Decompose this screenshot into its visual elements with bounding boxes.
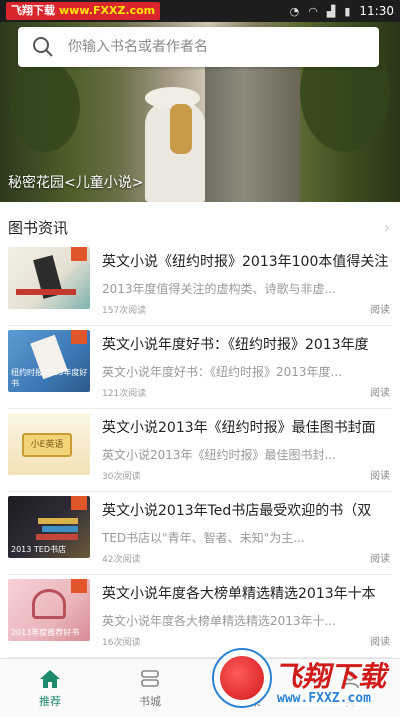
bookmark-ribbon-icon xyxy=(71,247,87,261)
book-description: 英文小说年度各大榜单精选精选2013年十... xyxy=(102,614,336,628)
read-button[interactable]: 阅读 xyxy=(370,633,390,648)
list-item[interactable]: 小E英语 英文小说2013年《纽约时报》最佳图书封面 英文小说2013年《纽约时… xyxy=(8,410,392,492)
read-count: 121次阅读 xyxy=(102,389,147,399)
tab-bookstore[interactable]: 书城 xyxy=(100,659,200,717)
banner-caption: 秘密花园<儿童小说> xyxy=(8,175,144,191)
list-item[interactable]: 2013 TED书店 英文小说2013年Ted书店最受欢迎的书（双 TED书店以… xyxy=(8,493,392,575)
read-button[interactable]: 阅读 xyxy=(370,301,390,316)
tab-recommend[interactable]: 推荐 xyxy=(0,659,100,717)
book-thumbnail: 2013 TED书店 xyxy=(8,496,90,558)
watermark-url: www.FXXZ.com xyxy=(277,691,371,706)
wifi-icon: ◠ xyxy=(308,4,318,18)
thumb-book-stack xyxy=(42,526,78,532)
book-title: 英文小说《纽约时报》2013年100本值得关注 xyxy=(102,254,389,270)
watermark-text: 飞翔下载 xyxy=(274,660,387,693)
list-item[interactable]: 英文小说《纽约时报》2013年100本值得关注 2013年度值得关注的虚构类、诗… xyxy=(8,244,392,326)
book-news-header: 图书资讯 › xyxy=(0,212,400,242)
book-news-list: 英文小说《纽约时报》2013年100本值得关注 2013年度值得关注的虚构类、诗… xyxy=(0,244,400,658)
book-title: 英文小说2013年Ted书店最受欢迎的书（双 xyxy=(102,503,372,519)
section-title: 图书资讯 xyxy=(8,218,69,237)
status-bar: 飞翔下载 www.FXXZ.com ◔ ◠ ▟ ▮ 11:30 xyxy=(0,0,400,22)
alarm-icon: ◔ xyxy=(289,4,300,18)
banner-girl-hair xyxy=(170,104,192,154)
thumb-caption: 2013 TED书店 xyxy=(11,545,67,554)
thumb-caption: 2013年度推荐好书 xyxy=(11,628,80,637)
thumb-caption: 纽约时报2013年度好书 xyxy=(11,368,88,388)
book-thumbnail: 2013年度推荐好书 xyxy=(8,579,90,641)
status-time: 11:30 xyxy=(359,4,394,18)
book-description: TED书店以"青年、智者、未知"为主... xyxy=(102,531,305,545)
read-button[interactable]: 阅读 xyxy=(370,384,390,399)
bookmark-ribbon-icon xyxy=(71,330,87,344)
book-thumbnail: 小E英语 xyxy=(8,413,90,475)
read-count: 16次阅读 xyxy=(102,638,141,648)
bookshelf-icon xyxy=(141,670,159,687)
bookmark-ribbon-icon xyxy=(71,496,87,510)
watermark-url-label: www.FXXZ.com xyxy=(59,4,156,17)
book-title: 英文小说年度各大榜单精选精选2013年十本 xyxy=(102,586,376,602)
status-icons: ◔ ◠ ▟ ▮ 11:30 xyxy=(290,4,394,18)
search-icon xyxy=(33,37,53,57)
book-title: 英文小说2013年《纽约时报》最佳图书封面 xyxy=(102,420,376,436)
watermark-site-label: 飞翔下载 xyxy=(11,4,55,17)
watermark-logo-core xyxy=(220,656,264,700)
search-bar[interactable] xyxy=(18,27,379,67)
book-description: 英文小说年度好书：《纽约时报》2013年度... xyxy=(102,365,342,379)
chevron-right-icon[interactable]: › xyxy=(384,218,390,237)
signal-icon: ▟ xyxy=(326,4,336,18)
book-title: 英文小说年度好书：《纽约时报》2013年度 xyxy=(102,337,369,353)
read-count: 157次阅读 xyxy=(102,306,147,316)
read-count: 30次阅读 xyxy=(102,472,141,482)
watermark-badge: 飞翔下载 www.FXXZ.com xyxy=(6,2,161,20)
read-count: 42次阅读 xyxy=(102,555,141,565)
search-input[interactable] xyxy=(68,39,348,55)
list-item[interactable]: 2013年度推荐好书 英文小说年度各大榜单精选精选2013年十本 英文小说年度各… xyxy=(8,576,392,658)
book-thumbnail: 纽约时报2013年度好书 xyxy=(8,330,90,392)
home-icon xyxy=(40,670,60,688)
read-button[interactable]: 阅读 xyxy=(370,467,390,482)
book-description: 2013年度值得关注的虚构类、诗歌与非虚... xyxy=(102,282,336,296)
book-thumbnail xyxy=(8,247,90,309)
thumb-book-stack xyxy=(16,289,76,295)
heart-icon xyxy=(32,589,66,619)
thumb-book-stack xyxy=(36,534,78,540)
battery-icon: ▮ xyxy=(344,4,351,18)
tab-label: 推荐 xyxy=(39,695,61,708)
bookmark-ribbon-icon xyxy=(71,579,87,593)
thumb-caption: 小E英语 xyxy=(22,433,72,457)
banner-foliage xyxy=(10,62,80,152)
list-item[interactable]: 纽约时报2013年度好书 英文小说年度好书：《纽约时报》2013年度 英文小说年… xyxy=(8,327,392,409)
book-description: 英文小说2013年《纽约时报》最佳图书封... xyxy=(102,448,336,462)
tab-label: 书城 xyxy=(139,695,161,708)
read-button[interactable]: 阅读 xyxy=(370,550,390,565)
thumb-book-stack xyxy=(38,518,78,524)
watermark-logo-icon xyxy=(212,648,272,708)
